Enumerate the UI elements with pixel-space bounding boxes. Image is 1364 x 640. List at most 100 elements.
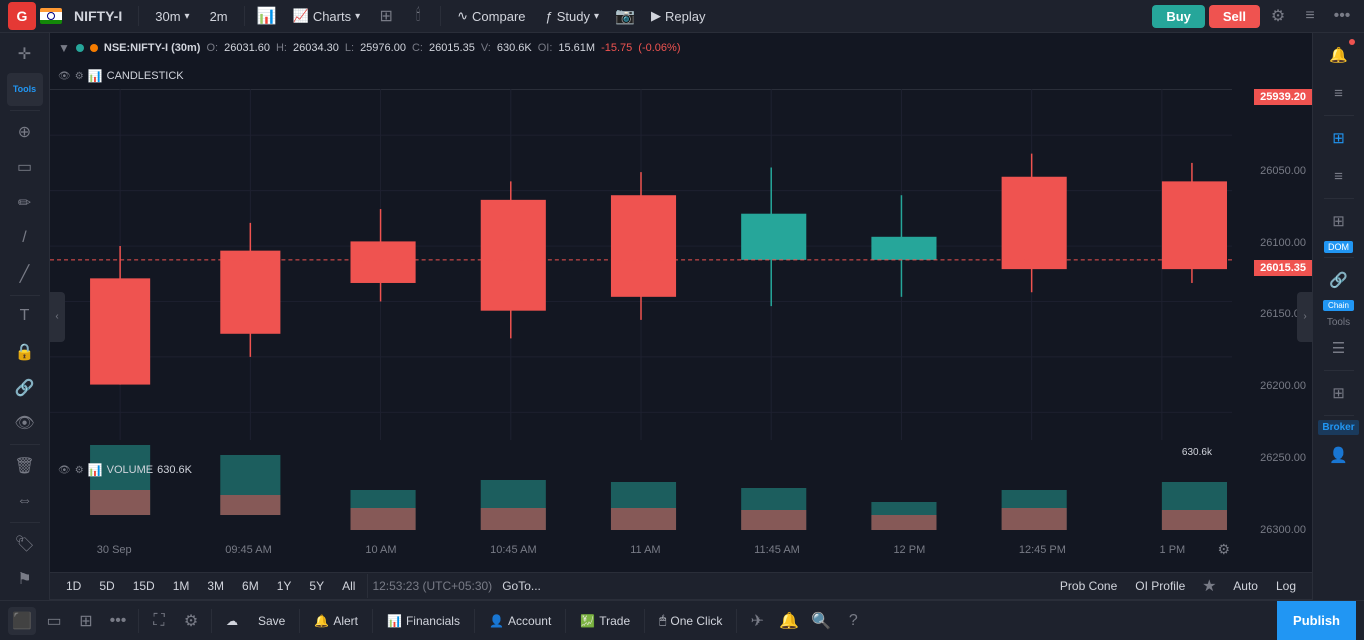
tf-3m[interactable]: 3M [199, 575, 232, 597]
tf-6m[interactable]: 6M [234, 575, 267, 597]
tf-15d[interactable]: 15D [125, 575, 163, 597]
time-label-1: 09:45 AM [225, 544, 271, 556]
oi-profile-btn[interactable]: OI Profile [1127, 575, 1193, 597]
tf-5y[interactable]: 5Y [301, 575, 332, 597]
expand-icon[interactable]: ▼ [58, 41, 70, 55]
symbol-name[interactable]: NIFTY-I [74, 8, 122, 24]
magnet-tool[interactable]: 🔒 [7, 335, 43, 369]
chart-settings-icon[interactable]: ⚙ [1217, 541, 1230, 558]
logo-button[interactable]: G [8, 2, 36, 30]
split-4-btn[interactable]: ⊞ [72, 607, 100, 635]
publish-btn[interactable]: Publish [1277, 601, 1356, 640]
cloud-icon[interactable]: ☁ [218, 610, 246, 632]
select-tool[interactable]: ▭ [7, 151, 43, 185]
more-layouts-btn[interactable]: ••• [104, 607, 132, 635]
left-collapse-btn[interactable]: ‹ [49, 292, 65, 342]
separator [244, 6, 245, 26]
tf-1d[interactable]: 1D [58, 575, 89, 597]
expand-btn[interactable]: ⛶ [145, 607, 173, 635]
diagonal-tool[interactable]: ╱ [7, 257, 43, 291]
camera-icon[interactable]: 📷 [611, 2, 639, 30]
low-val: 25976.00 [360, 42, 406, 54]
vol-settings-icon[interactable]: ⚙ [75, 465, 84, 476]
timeframe-30m-btn[interactable]: 30m▾ [147, 5, 197, 28]
eye-icon[interactable]: 👁 [58, 71, 71, 82]
tf-1m[interactable]: 1M [165, 575, 198, 597]
time-label-3: 10:45 AM [490, 544, 536, 556]
trade-btn[interactable]: 💹Trade [572, 610, 638, 632]
text-tool[interactable]: T [7, 300, 43, 334]
broker-btn[interactable]: Broker [1318, 420, 1358, 435]
bar-chart-icon[interactable]: 📊 [253, 2, 281, 30]
watchlist-icon[interactable]: ≡ [1321, 75, 1357, 111]
tag-tool[interactable]: 🏷 [7, 527, 43, 561]
settings-icon[interactable]: ⚙ [1264, 2, 1292, 30]
tf-all[interactable]: All [334, 575, 363, 597]
single-chart-btn[interactable]: ⬛ [8, 607, 36, 635]
alert-btn[interactable]: 🔔Alert [306, 610, 366, 632]
timeframe-2m-btn[interactable]: 2m [202, 5, 236, 28]
list-icon[interactable]: ☰ [1321, 330, 1357, 366]
tools-btn[interactable]: Tools [7, 73, 43, 107]
replay-btn[interactable]: ▶Replay [643, 4, 713, 28]
more-icon[interactable]: ••• [1328, 2, 1356, 30]
top-toolbar: G NIFTY-I 30m▾ 2m 📊 📈Charts▾ ⊞ 🕯 ∿Compar… [0, 0, 1364, 33]
compare-btn[interactable]: ∿Compare [449, 4, 533, 28]
split-h-btn[interactable]: ▭ [40, 607, 68, 635]
grid2-icon[interactable]: ⊞ [1321, 203, 1357, 239]
grid-icon[interactable]: ⊞ [372, 2, 400, 30]
candle-icon[interactable]: 🕯 [404, 2, 432, 30]
tf-1y[interactable]: 1Y [269, 575, 300, 597]
dom-badge[interactable]: DOM [1324, 241, 1353, 253]
prob-cone-btn[interactable]: Prob Cone [1052, 575, 1125, 597]
volume-value: 630.6K [157, 464, 192, 476]
crosshair-tool[interactable]: ⊕ [7, 115, 43, 149]
link2-icon[interactable]: 🔗 [1321, 262, 1357, 298]
star-icon[interactable]: ★ [1195, 572, 1223, 600]
exchange-label: NSE:NIFTY-I (30m) [104, 42, 201, 54]
account-btn[interactable]: 👤Account [481, 610, 559, 632]
buy-button[interactable]: Buy [1152, 5, 1205, 28]
candlestick-label: CANDLESTICK [107, 70, 184, 82]
flag-tool[interactable]: ⚑ [7, 562, 43, 596]
auto-btn[interactable]: Auto [1225, 575, 1266, 597]
alert-icon[interactable]: 🔔 [1321, 37, 1357, 73]
sell-button[interactable]: Sell [1209, 5, 1260, 28]
right-expand-btn[interactable]: › [1297, 292, 1313, 342]
time-label-4: 11 AM [630, 544, 660, 556]
goto-btn[interactable]: GoTo... [494, 575, 549, 597]
save-btn[interactable]: Save [250, 610, 293, 632]
cursor-tool[interactable]: ✛ [7, 37, 43, 71]
line-tool[interactable]: / [7, 222, 43, 256]
grid3-icon[interactable]: ⊞ [1321, 375, 1357, 411]
trash-tool[interactable]: 🗑 [7, 449, 43, 483]
eye-tool[interactable]: 👁 [7, 406, 43, 440]
log-btn[interactable]: Log [1268, 575, 1304, 597]
candle-bar-icon: 📊 [88, 69, 103, 83]
link-tool[interactable]: 🔗 [7, 371, 43, 405]
settings2-icon[interactable]: ⚙ [177, 607, 205, 635]
layers-active-icon[interactable]: ⊞ [1321, 120, 1357, 156]
financials-btn[interactable]: 📊Financials [379, 610, 468, 632]
study-btn[interactable]: ƒStudy▾ [538, 5, 608, 28]
telegram-icon[interactable]: ✈ [743, 607, 771, 635]
help-icon[interactable]: ? [839, 607, 867, 635]
chain-badge[interactable]: Chain [1323, 300, 1354, 311]
time-label-5: 11:45 AM [754, 544, 800, 556]
time-label-8: 1 PM [1160, 544, 1186, 556]
search-icon[interactable]: 🔍 [807, 607, 835, 635]
broker-icon[interactable]: 👤 [1321, 437, 1357, 473]
expand-tool[interactable]: ⇔ [7, 484, 43, 518]
layers-icon[interactable]: ≡ [1296, 2, 1324, 30]
one-click-btn[interactable]: 🖱One Click [651, 609, 730, 632]
format-icon[interactable]: ≡ [1321, 158, 1357, 194]
pencil-tool[interactable]: ✏ [7, 186, 43, 220]
tf-5d[interactable]: 5D [91, 575, 122, 597]
notification-icon[interactable]: 🔔 [775, 607, 803, 635]
high-label: H: [276, 42, 287, 54]
charts-btn[interactable]: 📈Charts▾ [285, 4, 369, 28]
vol-eye-icon[interactable]: 👁 [58, 465, 71, 476]
settings-icon2[interactable]: ⚙ [75, 71, 84, 82]
top-price-badge: 25939.20 [1254, 89, 1312, 105]
volume-chart: 630.6k [50, 440, 1232, 540]
